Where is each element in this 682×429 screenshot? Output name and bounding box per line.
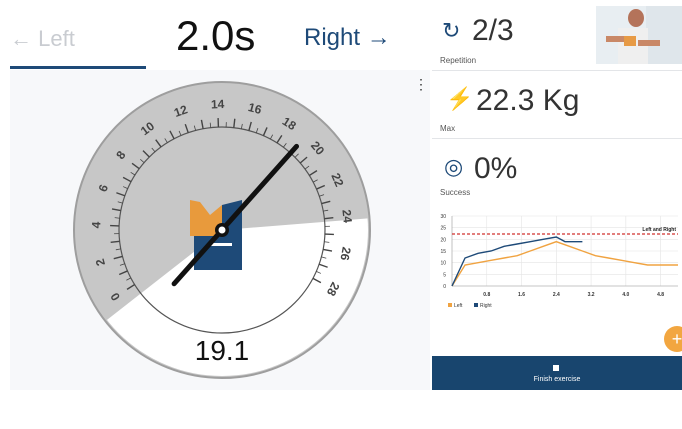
exercise-photo bbox=[596, 6, 682, 64]
gauge-tick bbox=[324, 217, 334, 220]
force-gauge: 024681012 14 16182022242628 19.1 bbox=[73, 81, 371, 379]
gauge-tick bbox=[324, 241, 330, 243]
success-value: 0% bbox=[474, 152, 518, 185]
finish-exercise-button[interactable]: Finish exercise bbox=[432, 356, 682, 390]
side-selector-bar: ← Left 2.0s Right → bbox=[10, 0, 430, 70]
chart-x-tick-label: 1.6 bbox=[518, 292, 525, 298]
chart-y-tick-label: 20 bbox=[440, 237, 446, 243]
refresh-icon: ↻ bbox=[442, 18, 461, 43]
add-button[interactable]: + bbox=[664, 326, 682, 352]
max-value: 22.3 Kg bbox=[476, 84, 580, 117]
stats-panel: ↻ 2/3 Repetition ⚡ 22.3 Kg Max ◎ 0% Succ… bbox=[432, 0, 682, 390]
right-side-button[interactable]: Right → bbox=[304, 24, 391, 52]
target-icon: ◎ bbox=[444, 154, 464, 179]
gauge-tick-label: 4 bbox=[89, 221, 103, 229]
legend-label: Right bbox=[480, 303, 492, 309]
stop-icon bbox=[553, 365, 559, 371]
lightning-icon: ⚡ bbox=[446, 86, 474, 111]
gauge-tick-label: 14 bbox=[211, 97, 225, 111]
chart-y-tick-label: 15 bbox=[440, 249, 446, 255]
active-tab-indicator bbox=[10, 66, 146, 69]
chart-y-tick-label: 5 bbox=[443, 272, 446, 278]
chart-y-tick-label: 25 bbox=[440, 226, 446, 232]
force-chart: 30 25 20 15 10 5 0 0.8 1.6 2.4 3.2 4.0 4.8 Left and R… bbox=[440, 214, 678, 309]
repetition-value: 2/3 bbox=[472, 14, 514, 47]
left-side-button[interactable]: ← Left bbox=[10, 26, 75, 52]
success-card: ◎ 0% Success bbox=[432, 138, 682, 198]
chart-x-tick-label: 2.4 bbox=[553, 292, 560, 298]
legend-label: Left bbox=[454, 303, 463, 309]
gauge-panel: ← Left 2.0s Right → ⋮ 0 2 4 6 8 10 12 14 16 18 20 2… bbox=[10, 0, 430, 390]
gauge-tick bbox=[209, 122, 212, 128]
finish-exercise-label: Finish exercise bbox=[533, 376, 581, 383]
chart-annotation: Left and Right bbox=[642, 227, 676, 233]
chart-x-tick-label: 0.8 bbox=[483, 292, 490, 298]
chart-x-tick-label: 3.2 bbox=[588, 292, 595, 298]
max-caption: Max bbox=[440, 124, 456, 133]
chart-y-tick-label: 30 bbox=[440, 214, 446, 220]
chart-series-left bbox=[451, 240, 678, 287]
success-caption: Success bbox=[440, 188, 471, 197]
repetition-card: ↻ 2/3 Repetition bbox=[432, 0, 682, 71]
gauge-value: 19.1 bbox=[195, 335, 250, 366]
chart-y-tick-label: 0 bbox=[443, 284, 446, 290]
chart-x-tick-label: 4.8 bbox=[657, 292, 664, 298]
repetition-caption: Repetition bbox=[440, 56, 477, 65]
more-options-icon[interactable]: ⋮ bbox=[414, 76, 428, 93]
timer-display: 2.0s bbox=[176, 12, 256, 59]
chart-x-tick-label: 4.0 bbox=[622, 292, 629, 298]
gauge-tick bbox=[110, 240, 120, 243]
legend-swatch bbox=[474, 303, 478, 307]
legend-swatch bbox=[448, 303, 452, 307]
gauge-tick-label: 24 bbox=[339, 209, 354, 224]
chart-y-tick-label: 10 bbox=[440, 261, 446, 267]
gauge-tick bbox=[114, 217, 120, 219]
max-card: ⚡ 22.3 Kg Max bbox=[432, 70, 682, 139]
